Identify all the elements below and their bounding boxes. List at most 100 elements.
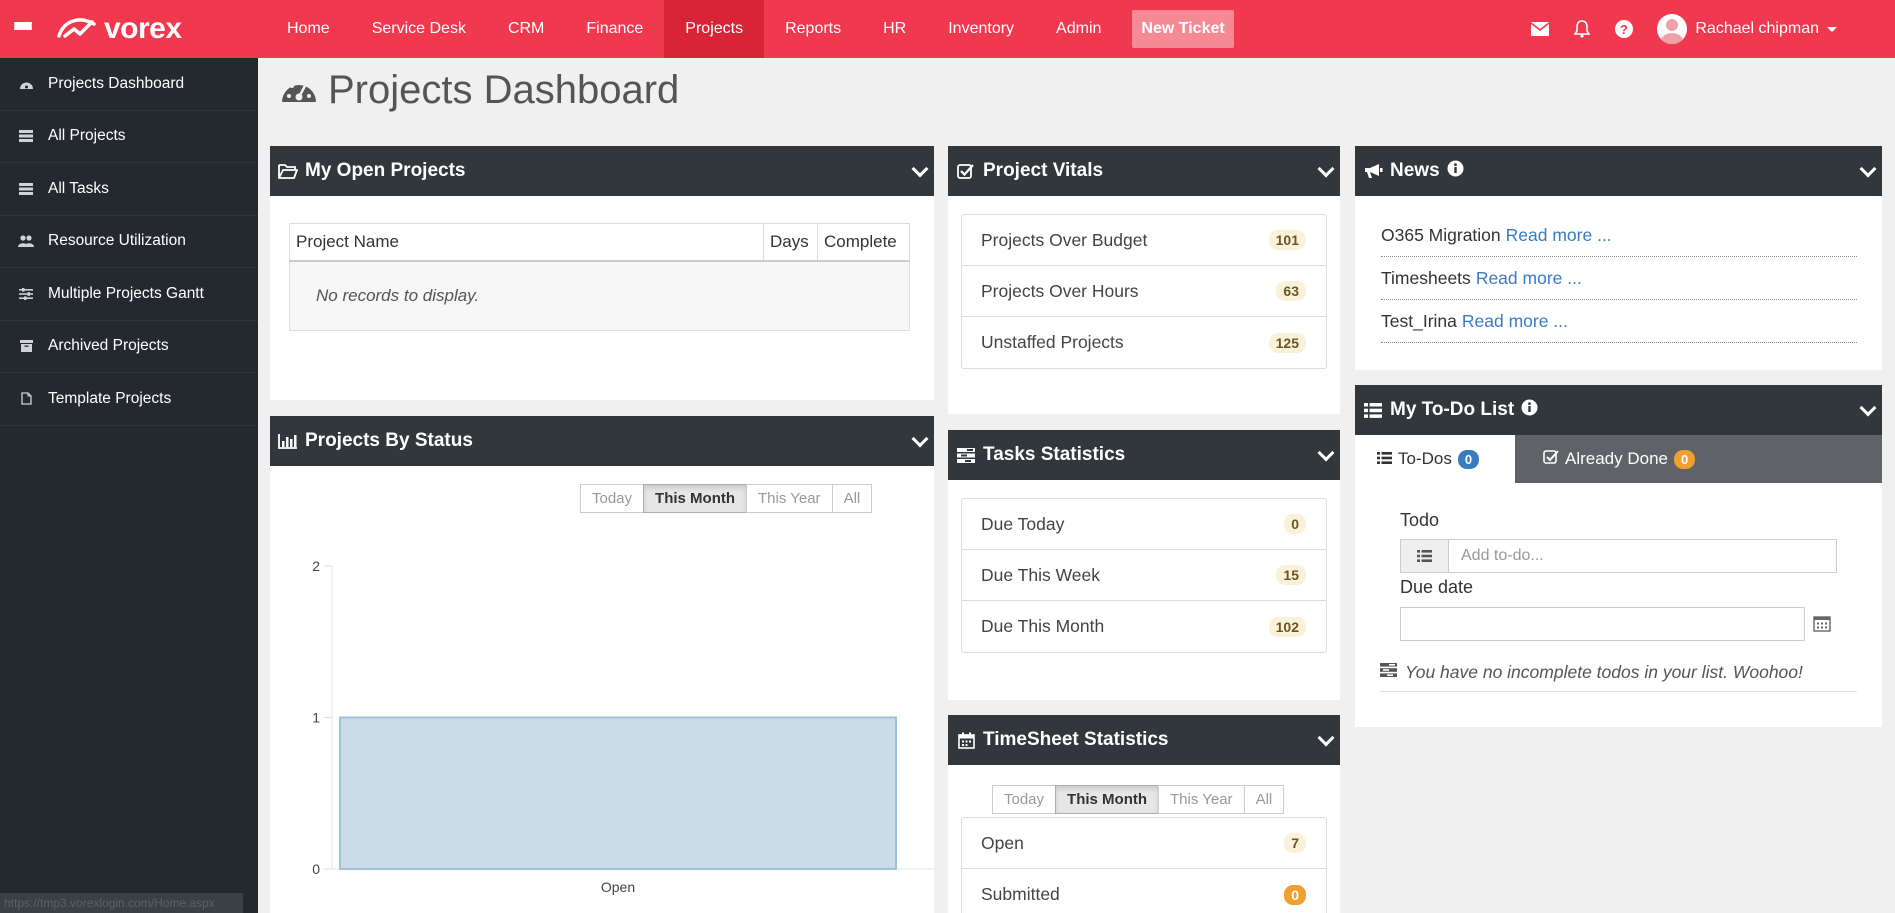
count-badge: 0 [1284,514,1306,534]
tasks-statistics-header: Tasks Statistics [948,430,1340,480]
news-item: O365 Migration Read more ... [1381,214,1857,257]
filter-all[interactable]: All [1243,785,1285,814]
nav-hr[interactable]: HR [862,0,927,58]
todo-input[interactable] [1449,540,1835,572]
chevron-down-icon[interactable] [911,160,929,178]
sidebar-item-label: Multiple Projects Gantt [48,284,204,302]
calendar-icon [956,731,976,749]
filter-this-year[interactable]: This Year [1158,785,1245,814]
user-name: Rachael chipman [1695,20,1819,37]
x-tick-label: Open [601,879,635,895]
column-header-complete[interactable]: Complete [817,223,910,262]
sidebar: Projects Dashboard All Projects All Task… [0,58,258,913]
todo-tabs: To-Dos 0 Already Done 0 [1355,435,1882,483]
open-projects-header: My Open Projects [270,146,934,196]
empty-message: No records to display. [289,260,910,331]
chevron-down-icon[interactable] [1317,160,1335,178]
sidebar-item-resource-utilization[interactable]: Resource Utilization [0,216,258,268]
item-label: Due Today [981,513,1065,534]
nav-service-desk[interactable]: Service Desk [351,0,487,58]
list-item[interactable]: Due This Month 102 [962,601,1326,652]
list-item[interactable]: Projects Over Budget 101 [962,215,1326,266]
tab-to-dos[interactable]: To-Dos 0 [1355,435,1515,483]
count-badge: 63 [1276,281,1306,301]
bullhorn-icon [1363,162,1383,180]
help-icon[interactable]: ? [1603,20,1645,38]
chevron-down-icon[interactable] [1317,729,1335,747]
sidebar-item-label: All Projects [48,127,126,145]
news-panel: News O365 Migration Read more ... Timeshe… [1355,146,1882,370]
item-label: Due This Week [981,564,1100,585]
panel-title: My To-Do List [1390,399,1515,420]
list-item[interactable]: Open 7 [962,818,1326,869]
todo-list-panel: My To-Do List To-Dos 0 Already Done 0 To… [1355,385,1882,727]
nav-crm[interactable]: CRM [487,0,565,58]
main-nav: Home Service Desk CRM Finance Projects R… [266,0,1234,58]
calendar-icon[interactable] [1813,615,1831,637]
list-item[interactable]: Due Today 0 [962,499,1326,550]
chevron-down-icon[interactable] [1317,444,1335,462]
item-label: Submitted [981,884,1060,904]
nav-projects[interactable]: Projects [664,0,765,58]
due-date-field[interactable] [1400,607,1805,641]
nav-finance[interactable]: Finance [565,0,664,58]
column-header-days[interactable]: Days [763,223,818,262]
page-title: Projects Dashboard [280,68,679,113]
todo-input-group [1400,539,1837,573]
nav-reports[interactable]: Reports [764,0,862,58]
read-more-link[interactable]: Read more ... [1476,268,1582,289]
open-projects-table: Project Name Days Complete No records to… [289,223,910,331]
nav-admin[interactable]: Admin [1035,0,1122,58]
sidebar-item-all-tasks[interactable]: All Tasks [0,163,258,216]
list-item[interactable]: Submitted 0 [962,869,1326,913]
list-item[interactable]: Projects Over Hours 63 [962,266,1326,317]
count-badge: 0 [1457,449,1480,469]
sidebar-item-all-projects[interactable]: All Projects [0,111,258,163]
archive-icon [18,339,34,353]
bell-icon[interactable] [1561,20,1603,38]
count-badge: 125 [1268,332,1306,353]
info-icon[interactable] [1521,399,1538,422]
timesheet-list: Open 7 Submitted 0 [961,817,1327,913]
due-date-label: Due date [1400,577,1474,597]
column-header-project-name[interactable]: Project Name [289,223,764,262]
menu-toggle-button[interactable] [0,0,46,58]
info-icon[interactable] [1447,160,1464,183]
item-label: Unstaffed Projects [981,332,1124,352]
sidebar-item-template-projects[interactable]: Template Projects [0,373,258,426]
read-more-link[interactable]: Read more ... [1506,225,1612,246]
filter-this-month[interactable]: This Month [1055,785,1160,814]
list-icon [1377,449,1392,469]
timesheet-statistics-panel: TimeSheet Statistics Today This Month Th… [948,715,1340,913]
sidebar-item-multiple-projects-gantt[interactable]: Multiple Projects Gantt [0,268,258,321]
tasks-icon [18,182,34,196]
chevron-down-icon[interactable] [1859,399,1877,417]
nav-home[interactable]: Home [266,0,351,58]
filter-today[interactable]: Today [992,785,1057,814]
list-item[interactable]: Unstaffed Projects 125 [962,317,1326,368]
chevron-down-icon[interactable] [911,430,929,448]
y-tick-label: 1 [312,710,320,726]
sidebar-item-projects-dashboard[interactable]: Projects Dashboard [0,58,258,111]
tasks-icon [956,446,976,464]
due-date-input[interactable] [1401,608,1804,640]
brand-logo[interactable]: vorex [46,12,266,46]
list-icon [1401,540,1449,572]
dashboard-icon [18,77,34,91]
list-item[interactable]: Due This Week 15 [962,550,1326,601]
chevron-down-icon[interactable] [1859,160,1877,178]
envelope-icon[interactable] [1519,22,1561,36]
nav-inventory[interactable]: Inventory [927,0,1035,58]
project-vitals-panel: Project Vitals Projects Over Budget 101 P… [948,146,1340,414]
count-badge: 0 [1674,449,1696,469]
tab-already-done[interactable]: Already Done 0 [1515,435,1717,483]
new-ticket-button[interactable]: New Ticket [1132,10,1234,48]
user-menu[interactable]: Rachael chipman [1645,14,1895,44]
top-navbar: vorex Home Service Desk CRM Finance Proj… [0,0,1895,58]
read-more-link[interactable]: Read more ... [1462,311,1568,332]
tasks-list: Due Today 0 Due This Week 15 Due This Mont… [961,498,1327,653]
count-badge: 0 [1284,884,1306,905]
sidebar-item-archived-projects[interactable]: Archived Projects [0,321,258,373]
item-label: Projects Over Hours [981,280,1139,301]
tasks-icon [18,129,34,143]
